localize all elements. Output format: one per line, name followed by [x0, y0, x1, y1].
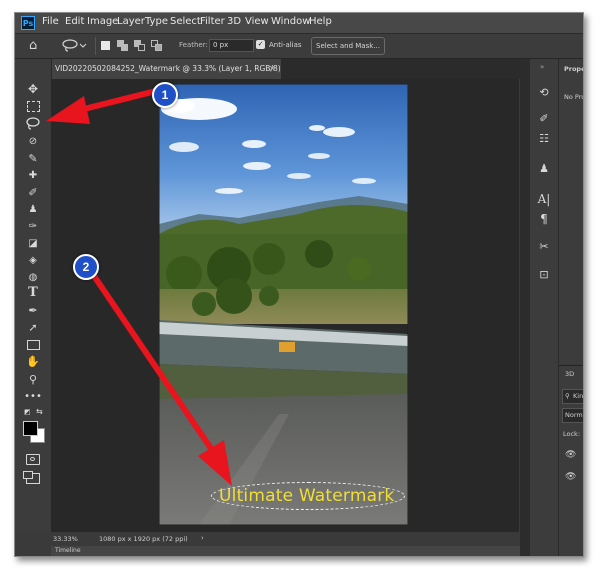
annotation-arrows: [46, 87, 232, 486]
arrow-2-shaft: [87, 267, 215, 453]
arrow-1-head: [46, 96, 90, 124]
step-badge-2: 2: [73, 254, 99, 280]
step-badge-1: 1: [152, 82, 178, 108]
arrow-2-head: [198, 440, 232, 486]
arrow-1-shaft: [77, 87, 163, 113]
